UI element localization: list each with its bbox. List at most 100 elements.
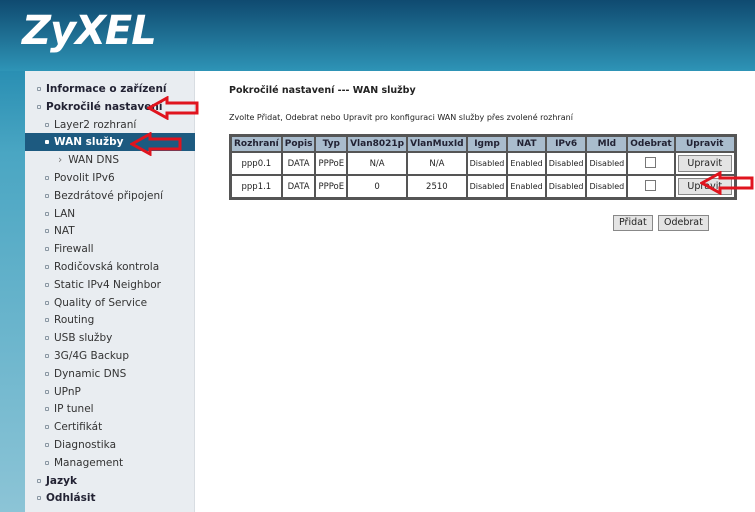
bullet-icon (45, 247, 49, 252)
table-cell: PPPoE (315, 175, 348, 198)
sidebar-item[interactable]: Povolit IPv6 (25, 169, 195, 187)
table-cell: Enabled (507, 152, 546, 175)
remove-checkbox[interactable] (645, 179, 657, 191)
bullet-icon (45, 460, 49, 465)
bullet-icon (37, 104, 41, 109)
sidebar-item[interactable]: Quality of Service (25, 294, 195, 312)
sidebar-item[interactable]: Bezdrátové připojení (25, 187, 195, 205)
bullet-icon (45, 425, 49, 430)
sidebar-item-label: Povolit IPv6 (54, 172, 115, 184)
sidebar-item[interactable]: Static IPv4 Neighbor (25, 276, 195, 294)
sidebar-item-label: Diagnostika (54, 439, 117, 451)
table-cell: Disabled (586, 152, 628, 175)
sidebar-item-label: USB služby (54, 332, 113, 345)
sidebar-item[interactable]: Management (25, 454, 195, 472)
bullet-icon (45, 371, 49, 376)
sidebar-item-label: UPnP (54, 385, 81, 398)
sidebar-item-label: Management (54, 456, 124, 469)
sidebar-item[interactable]: Certifikát (25, 418, 195, 436)
sidebar-item-label: Routing (54, 314, 95, 327)
column-header: Igmp (466, 136, 508, 152)
sidebar-item[interactable]: UPnP (25, 383, 195, 401)
page-description: Zvolte Přidat, Odebrat nebo Upravit pro … (229, 113, 573, 122)
column-header: VlanMuxId (407, 136, 467, 152)
add-button[interactable]: Přidat (613, 215, 653, 231)
header: ZyXEL (0, 0, 755, 71)
sidebar-item-label: Quality of Service (54, 296, 148, 309)
sidebar-item-label: Dynamic DNS (54, 367, 127, 380)
bullet-icon (45, 193, 49, 198)
sidebar-item[interactable]: Odhlásit (25, 489, 195, 507)
bullet-icon (45, 443, 49, 447)
chevron-right-icon: › (58, 154, 63, 167)
table-cell: DATA (281, 152, 316, 175)
column-header: Mld (586, 136, 628, 152)
annotation-arrow-icon (130, 132, 182, 156)
sidebar-item-label: Static IPv4 Neighbor (54, 278, 161, 291)
table-cell: N/A (407, 152, 467, 175)
sidebar-item[interactable]: Rodičovská kontrola (25, 258, 195, 276)
bullet-icon (37, 87, 41, 91)
column-header: Upravit (674, 136, 735, 152)
sidebar-item[interactable]: Firewall (25, 240, 195, 258)
annotation-arrow-icon (147, 96, 199, 120)
remove-cell (627, 152, 675, 175)
sidebar-item-label: 3G/4G Backup (54, 350, 129, 362)
sidebar-item-label: LAN (54, 207, 76, 220)
table-cell: 2510 (407, 175, 467, 198)
column-header: Vlan8021p (347, 136, 408, 152)
table-cell: DATA (281, 175, 316, 198)
table-cell: Disabled (586, 175, 628, 198)
bullet-icon (45, 336, 49, 341)
bullet-icon (45, 229, 49, 234)
sidebar-item-label: NAT (54, 225, 75, 238)
table-cell: PPPoE (315, 152, 348, 175)
sidebar-item[interactable]: USB služby (25, 329, 195, 347)
sidebar-item-label: WAN služby (54, 136, 124, 149)
sidebar-item[interactable]: 3G/4G Backup (25, 347, 195, 365)
sidebar-item-label: Certifikát (54, 421, 103, 434)
table-row: ppp1.1 DATA PPPoE 0 2510 Disabled Enabled Disab… (231, 175, 735, 198)
table-cell: Disabled (545, 152, 587, 175)
bullet-icon (45, 354, 49, 358)
sidebar-item-label: Informace o zařízení (46, 83, 167, 95)
sidebar-item-label: Rodičovská kontrola (54, 261, 160, 273)
column-header: Rozhraní (231, 136, 282, 152)
table-cell: Disabled (466, 175, 508, 198)
table-cell: Disabled (466, 152, 508, 175)
remove-button[interactable]: Odebrat (658, 215, 709, 231)
table-cell: N/A (347, 152, 408, 175)
bullet-icon (45, 282, 49, 287)
page-title: Pokročilé nastavení --- WAN služby (229, 85, 416, 96)
column-header: IPv6 (545, 136, 587, 152)
table-cell: 0 (347, 175, 408, 198)
bullet-icon (45, 389, 49, 394)
bullet-icon (45, 211, 49, 216)
sidebar-item[interactable]: Diagnostika (25, 436, 195, 454)
sidebar-item[interactable]: Jazyk (25, 472, 195, 490)
bullet-icon (45, 318, 49, 323)
sidebar-item-label: Odhlásit (46, 492, 96, 505)
sidebar-item[interactable]: Dynamic DNS (25, 365, 195, 383)
edit-button[interactable]: Upravit (677, 155, 732, 172)
sidebar-item[interactable]: NAT (25, 222, 195, 240)
column-header: NAT (507, 136, 546, 152)
sidebar-item[interactable]: IP tunel (25, 400, 195, 418)
remove-checkbox[interactable] (645, 156, 657, 168)
column-header: Typ (315, 136, 348, 152)
table-cell: ppp1.1 (231, 175, 282, 198)
sidebar-item-label: IP tunel (54, 403, 94, 416)
bullet-icon (45, 176, 49, 180)
wan-services-table: Rozhraní Popis Typ Vlan8021p VlanMuxId Igmp NA… (229, 134, 737, 200)
table-cell: ppp0.1 (231, 152, 282, 175)
main-content: Pokročilé nastavení --- WAN služby Zvolt… (195, 71, 755, 512)
sidebar-item[interactable]: LAN (25, 205, 195, 223)
bullet-icon (37, 478, 41, 483)
sidebar-item-label: Bezdrátové připojení (54, 189, 164, 202)
bullet-icon (45, 265, 49, 269)
column-header: Odebrat (627, 136, 675, 152)
remove-cell (627, 175, 675, 198)
sidebar-item[interactable]: Routing (25, 311, 195, 329)
annotation-arrow-icon (700, 171, 754, 195)
sidebar-item-label: Firewall (54, 243, 94, 256)
